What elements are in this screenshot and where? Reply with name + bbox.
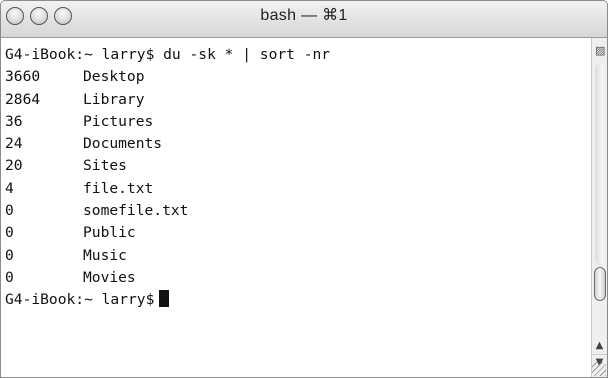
size-value: 20 [5,157,23,175]
command-line: G4-iBook:~ larry$ du -sk * | sort -nr [5,46,331,63]
terminal-output[interactable]: G4-iBook:~ larry$ du -sk * | sort -nr 36… [1,38,591,377]
output-row: 0 Public [5,222,591,244]
entry-name: Sites [83,157,127,175]
output-row: 20 Sites [5,155,591,177]
scroll-up-arrow-icon[interactable]: ▲ [592,338,607,354]
prompt-text: G4-iBook:~ larry$ [5,291,155,309]
entry-name: Desktop [83,68,145,86]
vertical-scrollbar[interactable]: ▨ ▲ ▼ [591,38,607,377]
output-row: 0 Music [5,245,591,267]
entry-name: Movies [83,268,136,286]
entry-name: somefile.txt [83,202,189,220]
output-row: 3660 Desktop [5,66,591,88]
entry-name: Documents [83,135,163,153]
entry-name: Public [83,224,136,242]
resize-grip-icon[interactable] [592,362,606,376]
entry-name: Pictures [83,112,154,130]
output-row: 0 somefile.txt [5,200,591,222]
output-row: 0 Movies [5,267,591,289]
prompt-line: G4-iBook:~ larry$ [5,289,591,311]
size-value: 36 [5,112,23,130]
size-value: 0 [5,268,14,286]
output-row: 2864 Library [5,89,591,111]
entry-name: Music [83,246,127,264]
title-bar[interactable]: bash — ⌘1 [1,1,607,38]
output-row: 24 Documents [5,133,591,155]
size-value: 0 [5,224,14,242]
text-cursor [159,290,170,308]
output-row: 4 file.txt [5,178,591,200]
output-row: 36 Pictures [5,111,591,133]
size-value: 4 [5,179,14,197]
size-value: 3660 [5,68,41,86]
entry-name: file.txt [83,179,154,197]
size-value: 0 [5,202,14,220]
size-value: 2864 [5,90,41,108]
scroll-thumb[interactable] [594,267,606,301]
scroll-track[interactable] [595,64,603,264]
size-value: 24 [5,135,23,153]
window-title: bash — ⌘1 [260,7,348,24]
split-pane-icon[interactable]: ▨ [595,45,605,56]
terminal-window: bash — ⌘1 G4-iBook:~ larry$ du -sk * | s… [0,0,608,378]
entry-name: Library [83,90,145,108]
size-value: 0 [5,246,14,264]
